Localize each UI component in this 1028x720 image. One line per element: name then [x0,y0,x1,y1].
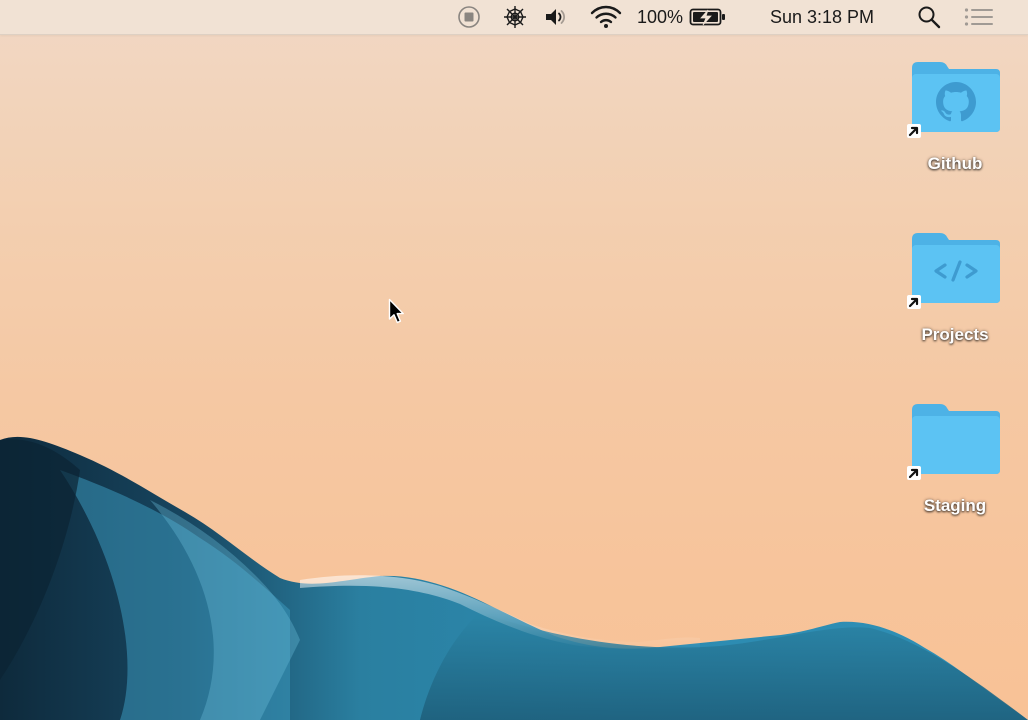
spotlight-search-icon[interactable] [915,0,943,34]
mouse-pointer-icon [388,298,404,324]
folder-label: Github [927,154,983,173]
folder-icon [912,233,1000,303]
wifi-icon[interactable] [589,0,623,34]
alias-arrow-icon [907,466,921,480]
battery-charging-icon [689,8,726,26]
battery-percent: 100% [637,6,684,27]
folder-icon [912,404,1000,474]
desktop[interactable]: 100% Sun 3:18 PM Github Projects Staging [0,0,1028,720]
alias-arrow-icon [907,295,921,309]
volume-icon[interactable] [543,0,569,34]
spider-web-icon[interactable] [501,0,529,34]
folder-label: Projects [921,325,989,344]
desktop-folder-staging[interactable]: Staging [900,402,1010,530]
desktop-folder-projects[interactable]: Projects [900,231,1010,359]
menu-clock[interactable]: Sun 3:18 PM [756,0,888,34]
wallpaper-wave [0,436,1028,720]
clock-text: Sun 3:18 PM [769,6,875,27]
folder-icon [912,62,1000,132]
battery-status[interactable]: 100% [637,0,729,34]
notification-center-icon[interactable] [962,0,996,34]
menu-bar: 100% Sun 3:18 PM [0,0,1028,35]
desktop-folder-github[interactable]: Github [900,60,1010,188]
folder-label: Staging [923,496,987,515]
alias-arrow-icon [907,124,921,138]
screen-record-icon[interactable] [456,0,482,34]
